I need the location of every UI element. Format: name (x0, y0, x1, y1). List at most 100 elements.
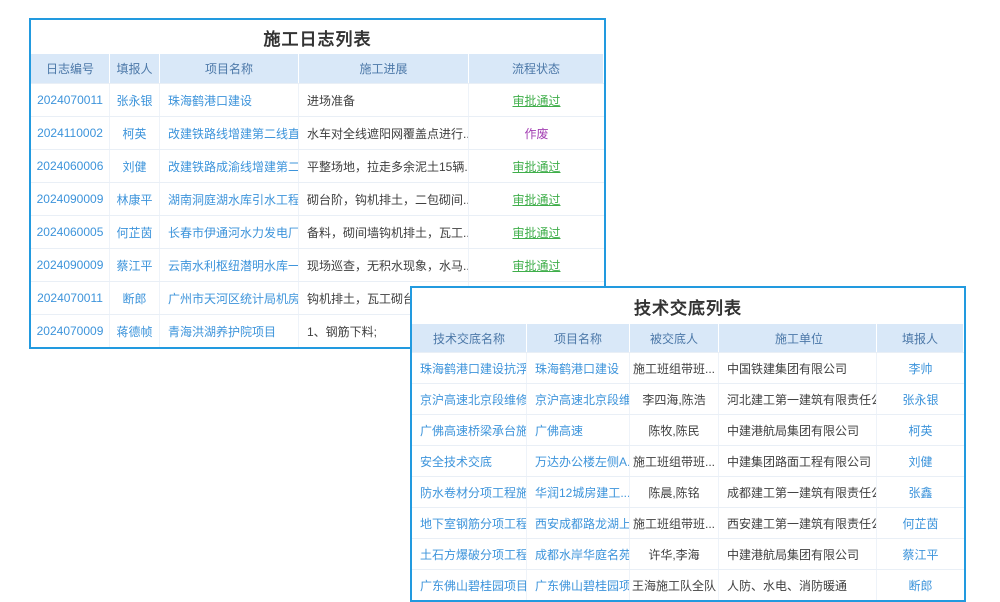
project-link[interactable]: 华润12城房建工... (527, 477, 630, 507)
reporter-link[interactable]: 蒋德帧 (110, 315, 160, 347)
status-badge[interactable]: 审批通过 (469, 84, 604, 116)
disclosure-name-link[interactable]: 广东佛山碧桂园项目... (412, 570, 527, 600)
log-table-header: 日志编号 填报人 项目名称 施工进展 流程状态 (31, 54, 604, 83)
project-link[interactable]: 改建铁路成渝线增建第二... (160, 150, 299, 182)
table-row: 广佛高速桥梁承台施... 广佛高速 陈牧,陈民 中建港航局集团有限公司 柯英 (412, 414, 964, 445)
log-id-link[interactable]: 2024060006 (31, 150, 110, 182)
project-link[interactable]: 西安成都路龙湖上... (527, 508, 630, 538)
disclosure-name-link[interactable]: 土石方爆破分项工程... (412, 539, 527, 569)
column-header-reporter: 填报人 (877, 324, 964, 352)
project-link[interactable]: 广东佛山碧桂园项目 (527, 570, 630, 600)
status-badge[interactable]: 审批通过 (469, 183, 604, 215)
log-id-link[interactable]: 2024070009 (31, 315, 110, 347)
reporter-link[interactable]: 断郎 (110, 282, 160, 314)
project-link[interactable]: 珠海鹤港口建设 (160, 84, 299, 116)
unit-text: 中国铁建集团有限公司 (719, 353, 877, 383)
reporter-link[interactable]: 断郎 (877, 570, 964, 600)
column-header-status: 流程状态 (469, 54, 604, 83)
receiver-text: 李四海,陈浩 (630, 384, 719, 414)
reporter-link[interactable]: 林康平 (110, 183, 160, 215)
project-link[interactable]: 广佛高速 (527, 415, 630, 445)
disclosure-name-link[interactable]: 珠海鹤港口建设抗浮... (412, 353, 527, 383)
reporter-link[interactable]: 何芷茵 (110, 216, 160, 248)
status-badge[interactable]: 审批通过 (469, 216, 604, 248)
log-id-link[interactable]: 2024110002 (31, 117, 110, 149)
disclosure-name-link[interactable]: 安全技术交底 (412, 446, 527, 476)
disclosure-name-link[interactable]: 广佛高速桥梁承台施... (412, 415, 527, 445)
progress-text: 备料，砌间墙钩机排土，瓦工... (299, 216, 469, 248)
column-header-project: 项目名称 (160, 54, 299, 83)
reporter-link[interactable]: 张永银 (110, 84, 160, 116)
reporter-link[interactable]: 刘健 (877, 446, 964, 476)
reporter-link[interactable]: 蔡江平 (110, 249, 160, 281)
page-title: 技术交底列表 (412, 288, 964, 324)
status-badge[interactable]: 审批通过 (469, 249, 604, 281)
column-header-reporter: 填报人 (110, 54, 160, 83)
disclosure-name-link[interactable]: 京沪高速北京段维修... (412, 384, 527, 414)
table-row: 安全技术交底 万达办公楼左侧A... 施工班组带班... 中建集团路面工程有限公… (412, 445, 964, 476)
log-id-link[interactable]: 2024090009 (31, 249, 110, 281)
project-link[interactable]: 珠海鹤港口建设 (527, 353, 630, 383)
table-row: 2024060006 刘健 改建铁路成渝线增建第二... 平整场地，拉走多余泥土… (31, 149, 604, 182)
receiver-text: 施工班组带班... (630, 508, 719, 538)
column-header-project: 项目名称 (527, 324, 630, 352)
reporter-link[interactable]: 张永银 (877, 384, 964, 414)
project-link[interactable]: 改建铁路线增建第二线直... (160, 117, 299, 149)
project-link[interactable]: 京沪高速北京段维修 (527, 384, 630, 414)
reporter-link[interactable]: 蔡江平 (877, 539, 964, 569)
receiver-text: 王海施工队全队 (630, 570, 719, 600)
progress-text: 水车对全线遮阳网覆盖点进行... (299, 117, 469, 149)
unit-text: 中建港航局集团有限公司 (719, 539, 877, 569)
table-row: 广东佛山碧桂园项目... 广东佛山碧桂园项目 王海施工队全队 人防、水电、消防暖… (412, 569, 964, 600)
table-row: 地下室钢筋分项工程... 西安成都路龙湖上... 施工班组带班... 西安建工第… (412, 507, 964, 538)
column-header-log-id: 日志编号 (31, 54, 110, 83)
project-link[interactable]: 云南水利枢纽潜明水库一... (160, 249, 299, 281)
reporter-link[interactable]: 柯英 (877, 415, 964, 445)
table-row: 2024110002 柯英 改建铁路线增建第二线直... 水车对全线遮阳网覆盖点… (31, 116, 604, 149)
log-id-link[interactable]: 2024070011 (31, 84, 110, 116)
receiver-text: 施工班组带班... (630, 353, 719, 383)
status-badge[interactable]: 审批通过 (469, 150, 604, 182)
disclosure-name-link[interactable]: 防水卷材分项工程施... (412, 477, 527, 507)
table-row: 2024090009 林康平 湖南洞庭湖水库引水工程... 砌台阶，钩机排土，二… (31, 182, 604, 215)
project-link[interactable]: 成都水岸华庭名苑... (527, 539, 630, 569)
table-row: 土石方爆破分项工程... 成都水岸华庭名苑... 许华,李海 中建港航局集团有限… (412, 538, 964, 569)
receiver-text: 许华,李海 (630, 539, 719, 569)
project-link[interactable]: 万达办公楼左侧A... (527, 446, 630, 476)
reporter-link[interactable]: 何芷茵 (877, 508, 964, 538)
disclosure-table-header: 技术交底名称 项目名称 被交底人 施工单位 填报人 (412, 324, 964, 352)
unit-text: 人防、水电、消防暖通 (719, 570, 877, 600)
receiver-text: 施工班组带班... (630, 446, 719, 476)
unit-text: 成都建工第一建筑有限责任公司 (719, 477, 877, 507)
project-link[interactable]: 青海洪湖养护院项目 (160, 315, 299, 347)
reporter-link[interactable]: 刘健 (110, 150, 160, 182)
reporter-link[interactable]: 张鑫 (877, 477, 964, 507)
unit-text: 西安建工第一建筑有限责任公司 (719, 508, 877, 538)
table-row: 2024090009 蔡江平 云南水利枢纽潜明水库一... 现场巡查，无积水现象… (31, 248, 604, 281)
column-header-disclosure-name: 技术交底名称 (412, 324, 527, 352)
reporter-link[interactable]: 李帅 (877, 353, 964, 383)
technical-disclosure-panel: 技术交底列表 技术交底名称 项目名称 被交底人 施工单位 填报人 珠海鹤港口建设… (410, 286, 966, 602)
receiver-text: 陈牧,陈民 (630, 415, 719, 445)
project-link[interactable]: 长春市伊通河水力发电厂... (160, 216, 299, 248)
progress-text: 平整场地，拉走多余泥土15辆... (299, 150, 469, 182)
status-badge[interactable]: 作废 (469, 117, 604, 149)
disclosure-table-body: 珠海鹤港口建设抗浮... 珠海鹤港口建设 施工班组带班... 中国铁建集团有限公… (412, 352, 964, 600)
project-link[interactable]: 湖南洞庭湖水库引水工程... (160, 183, 299, 215)
table-row: 2024060005 何芷茵 长春市伊通河水力发电厂... 备料，砌间墙钩机排土… (31, 215, 604, 248)
column-header-receiver: 被交底人 (630, 324, 719, 352)
log-id-link[interactable]: 2024090009 (31, 183, 110, 215)
table-row: 防水卷材分项工程施... 华润12城房建工... 陈晨,陈铭 成都建工第一建筑有… (412, 476, 964, 507)
disclosure-name-link[interactable]: 地下室钢筋分项工程... (412, 508, 527, 538)
page-title: 施工日志列表 (31, 20, 604, 54)
unit-text: 中建港航局集团有限公司 (719, 415, 877, 445)
progress-text: 现场巡查，无积水现象，水马... (299, 249, 469, 281)
log-id-link[interactable]: 2024060005 (31, 216, 110, 248)
table-row: 京沪高速北京段维修... 京沪高速北京段维修 李四海,陈浩 河北建工第一建筑有限… (412, 383, 964, 414)
receiver-text: 陈晨,陈铭 (630, 477, 719, 507)
table-row: 珠海鹤港口建设抗浮... 珠海鹤港口建设 施工班组带班... 中国铁建集团有限公… (412, 352, 964, 383)
log-id-link[interactable]: 2024070011 (31, 282, 110, 314)
project-link[interactable]: 广州市天河区统计局机房... (160, 282, 299, 314)
progress-text: 进场准备 (299, 84, 469, 116)
reporter-link[interactable]: 柯英 (110, 117, 160, 149)
